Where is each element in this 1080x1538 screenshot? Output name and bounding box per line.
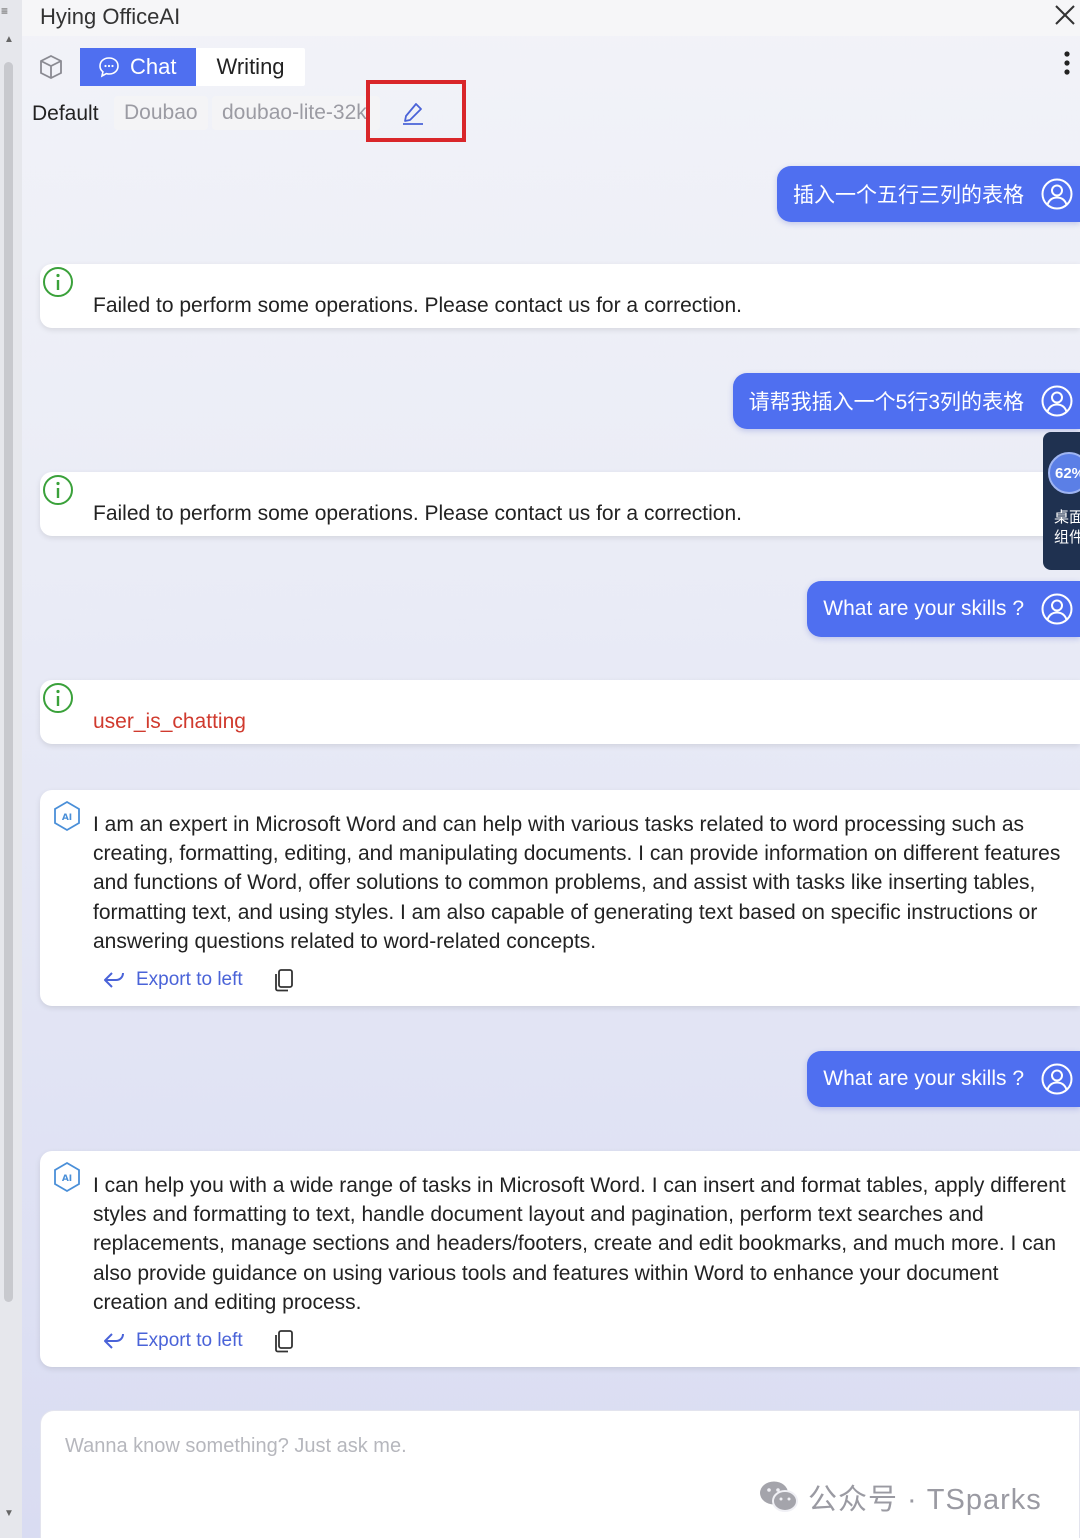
user-message: What are your skills ? [807,1051,1080,1107]
scrollbar-thumb[interactable] [4,62,13,1302]
watermark-text: 公众号 · TSparks [808,1484,1042,1516]
left-scroll-strip: ≡ ▲ ▼ [0,0,22,1538]
svg-text:AI: AI [62,1174,72,1184]
assistant-message-text: I can help you with a wide range of task… [93,1174,1066,1314]
user-message-text: What are your skills ? [823,1067,1024,1090]
message-actions: Export to left [102,968,295,992]
tab-chat-label: Chat [130,54,177,79]
chat-input-container [40,1410,1080,1538]
user-message-text: 插入一个五行三列的表格 [793,184,1024,207]
scroll-down-icon[interactable]: ▼ [4,1508,14,1519]
user-message-text: 请帮我插入一个5行3列的表格 [748,391,1024,414]
ai-logo-icon: AI [54,1161,80,1193]
info-icon [43,475,73,505]
svg-text:AI: AI [62,813,72,823]
system-message: Failed to perform some operations. Pleas… [40,264,1080,328]
tab-writing-label: Writing [216,54,285,79]
user-message: What are your skills ? [807,581,1080,637]
scroll-up-icon[interactable]: ▲ [4,34,14,45]
system-message: user_is_chatting [40,680,1080,744]
watermark: 公众号 · TSparks [758,1476,1042,1518]
widget-label-line2: 组件 [1054,529,1080,546]
window-title: Hying OfficeAI [40,4,181,29]
system-message-text: Failed to perform some operations. Pleas… [93,294,742,317]
model-profile-label: Default [32,102,99,125]
user-avatar-icon [1041,178,1073,210]
copy-icon[interactable] [273,968,295,992]
assistant-message: AI I can help you with a wide range of t… [40,1151,1080,1367]
floating-desktop-widget[interactable]: 62% 桌面 组件 [1043,432,1080,570]
export-to-left-button[interactable]: Export to left [102,1330,243,1352]
title-bar: Hying OfficeAI [22,0,1080,36]
cube-icon[interactable] [38,54,64,80]
grip-icon[interactable]: ≡ [1,4,8,18]
widget-label-line1: 桌面 [1054,509,1080,526]
assistant-message-text: I am an expert in Microsoft Word and can… [93,813,1061,953]
model-name-chip[interactable]: doubao-lite-32k [212,96,380,130]
user-message: 请帮我插入一个5行3列的表格 [732,373,1080,429]
export-label: Export to left [136,1330,243,1351]
export-arrow-icon [104,972,124,988]
export-to-left-button[interactable]: Export to left [102,969,243,991]
system-message: Failed to perform some operations. Pleas… [40,472,1080,536]
user-avatar-icon [1041,385,1073,417]
wechat-icon [760,1481,798,1512]
message-actions: Export to left [102,1329,295,1353]
close-icon[interactable] [1052,0,1078,30]
info-icon [43,267,73,297]
more-options-icon[interactable] [1062,50,1072,76]
copy-icon[interactable] [273,1329,295,1353]
tab-chat[interactable]: Chat [80,48,197,86]
export-label: Export to left [136,969,243,990]
system-message-text: Failed to perform some operations. Pleas… [93,502,742,525]
user-avatar-icon [1041,1063,1073,1095]
error-message-text: user_is_chatting [93,710,246,733]
user-avatar-icon [1041,593,1073,625]
highlight-annotation-box [366,80,466,142]
widget-label: 桌面 组件 [1054,508,1080,548]
assistant-message: AI I am an expert in Microsoft Word and … [40,790,1080,1006]
model-provider-chip[interactable]: Doubao [114,96,208,130]
chat-bubble-icon [99,57,119,78]
user-message-text: What are your skills ? [823,597,1024,620]
info-icon [43,683,73,713]
toolbar: Chat Writing [22,46,1080,88]
tab-writing[interactable]: Writing [196,48,304,86]
export-arrow-icon [104,1333,124,1349]
ai-logo-icon: AI [54,800,80,832]
mode-tabs: Chat Writing [80,48,305,86]
widget-percent-gauge: 62% [1048,452,1080,494]
user-message: 插入一个五行三列的表格 [777,166,1080,222]
